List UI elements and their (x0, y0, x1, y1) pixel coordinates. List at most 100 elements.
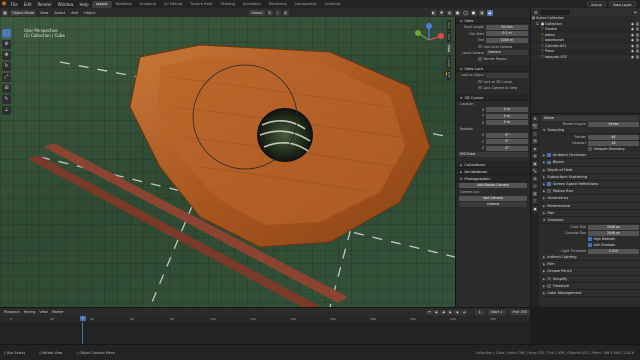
proportional-edit-icon[interactable]: ◎ (282, 9, 289, 16)
local-camera-field[interactable]: Camera (486, 50, 528, 56)
current-frame-indicator[interactable]: 1 (80, 316, 86, 321)
section-depth-of-field[interactable]: ▶ Depth of Field (540, 166, 640, 174)
filter-icon[interactable]: ☰ (534, 10, 538, 15)
end-frame-field[interactable]: End 250 (509, 309, 530, 315)
transform-tool-icon[interactable]: ⊞ (2, 84, 11, 93)
lock-object-field[interactable] (486, 72, 528, 78)
rotate-tool-icon[interactable]: ↻ (2, 62, 11, 71)
move-tool-icon[interactable]: ✥ (2, 51, 11, 60)
section-view-lock[interactable]: ▼ View Lock (456, 65, 530, 72)
shading-rendered-icon[interactable]: ◕ (486, 9, 493, 16)
section-grease-pencil[interactable]: ▶ Grease Pencil (540, 268, 640, 276)
playhead[interactable] (82, 322, 83, 345)
section-sampling[interactable]: ▼ Sampling (540, 127, 640, 135)
cursor-loc-z[interactable]: 0 m (486, 120, 528, 126)
cursor-tool-icon[interactable]: ⊕ (2, 40, 11, 49)
current-frame-field[interactable]: 1 (475, 309, 484, 315)
scene-selector[interactable]: Scene (587, 1, 606, 7)
section-performance[interactable]: ▶ Performance (540, 202, 640, 210)
section-3d-cursor[interactable]: ▼ 3D Cursor (456, 93, 530, 101)
menu-render[interactable]: Render (34, 2, 54, 7)
soft-shadows-checkbox[interactable]: Soft Shadows (588, 243, 615, 247)
section-annotations[interactable]: ▶ Annotations (456, 168, 530, 175)
jump-start-icon[interactable]: ⏮ (426, 309, 433, 315)
render-region-checkbox[interactable]: Render Region (456, 56, 530, 62)
visibility-icon[interactable]: ◐ (430, 9, 437, 16)
section-ambient-occlusion[interactable]: ▶ Ambient Occlusion (540, 152, 640, 160)
section-shadows[interactable]: ▼ Shadows (540, 216, 640, 225)
timeline-body[interactable] (0, 322, 530, 345)
add-camera-button[interactable]: Add Camera (459, 195, 527, 202)
menu-edit[interactable]: Edit (21, 2, 35, 7)
section-film[interactable]: ▶ Film (540, 261, 640, 269)
modifier-icon[interactable]: 🔧 (532, 168, 538, 174)
data-icon[interactable]: ▽ (532, 198, 538, 204)
view-layer-selector[interactable]: View Layer (608, 1, 636, 7)
outliner-search[interactable] (539, 9, 570, 15)
render-icon[interactable]: 📷 (532, 123, 538, 129)
tab-rendering[interactable]: Rendering (265, 1, 291, 8)
annotate-tool-icon[interactable]: ✎ (2, 95, 11, 104)
high-bitdepth-checkbox[interactable]: High Bitdepth (588, 237, 615, 241)
section-hair[interactable]: ▶ Hair (540, 209, 640, 217)
section-volumetrics[interactable]: ▶ Volumetrics (540, 195, 640, 203)
pivot-icon[interactable]: ⊙ (266, 9, 273, 16)
tab-create[interactable]: Create (447, 54, 451, 69)
menu-window[interactable]: Window (55, 2, 77, 7)
focal-length-field[interactable]: 50 mm (486, 24, 528, 30)
outliner-item[interactable]: ▽ takoyaki.002 ◉ ▥ (531, 54, 640, 60)
overlay-icon[interactable]: ◍ (446, 9, 453, 16)
scene-name-field[interactable]: Scene (542, 115, 639, 121)
mode-dropdown[interactable]: Object Mode (10, 9, 37, 16)
section-motion-blur[interactable]: ▶ Motion Blur (540, 188, 640, 196)
section-collections[interactable]: ▶ Collections (456, 161, 530, 168)
render-engine-dropdown[interactable]: Eevee (588, 121, 639, 127)
world-icon[interactable]: ◍ (532, 153, 538, 159)
play-reverse-icon[interactable]: ◀ (440, 309, 447, 315)
start-frame-field[interactable]: Start 1 (487, 309, 506, 315)
next-key-icon[interactable]: ◆ (454, 309, 461, 315)
object-icon[interactable]: ▣ (532, 160, 538, 167)
funnel-icon[interactable]: ⏷ (634, 10, 637, 15)
clip-start-field[interactable]: 0.1 m (486, 31, 528, 37)
add-master-camera-button[interactable]: Add Master Camera (459, 182, 527, 189)
editor-type-icon[interactable]: ▦ (2, 9, 8, 16)
tab-animation[interactable]: Animation (239, 1, 265, 8)
lock-camera-checkbox[interactable]: Lock Camera to View (456, 85, 530, 91)
menu-playback[interactable]: Playback (4, 310, 20, 314)
shading-solid-icon[interactable]: ● (470, 9, 477, 16)
menu-marker[interactable]: Marker (52, 310, 64, 314)
cursor-loc-y[interactable]: 0 m (486, 113, 528, 119)
tab-uv-editing[interactable]: UV Editing (160, 1, 186, 8)
shading-material-icon[interactable]: ◑ (478, 9, 485, 16)
menu-help[interactable]: Help (76, 2, 91, 7)
light-threshold-field[interactable]: 0.010 (588, 248, 639, 254)
cursor-loc-x[interactable]: 0 m (486, 107, 528, 113)
viewport-samples-field[interactable]: 16 (588, 140, 639, 146)
3d-viewport[interactable]: User Perspective (1) Collection | Cube ⬚… (0, 17, 455, 307)
menu-add[interactable]: Add (69, 11, 80, 15)
clip-end-field[interactable]: 1000 m (486, 37, 528, 43)
measure-tool-icon[interactable]: ⟂ (2, 106, 11, 115)
tab-modeling[interactable]: Modeling (112, 1, 136, 8)
render-samples-field[interactable]: 64 (588, 134, 639, 140)
view-layer-icon[interactable]: ▤ (532, 138, 538, 144)
menu-view[interactable]: View (39, 310, 47, 314)
gizmo-icon[interactable]: ✥ (438, 9, 445, 16)
prev-key-icon[interactable]: ◆ (433, 309, 440, 315)
section-bloom[interactable]: ▶ Bloom (540, 159, 640, 167)
xray-icon[interactable]: ▣ (454, 9, 461, 16)
menu-keying[interactable]: Keying (24, 310, 36, 314)
menu-object[interactable]: Object (82, 11, 97, 15)
menu-file[interactable]: File (8, 2, 21, 7)
tab-tool[interactable]: Tool (447, 31, 451, 42)
tab-item[interactable]: Item (447, 20, 451, 31)
output-icon[interactable]: ⎙ (532, 130, 538, 137)
physics-icon[interactable]: ◎ (532, 183, 538, 189)
snap-icon[interactable]: ⌁ (274, 9, 281, 16)
blender-logo-icon[interactable]: ◉ (0, 0, 8, 8)
section-view[interactable]: ▼ View (456, 17, 530, 24)
cursor-rot-z[interactable]: 0° (486, 145, 528, 151)
cube-size-dropdown[interactable]: 2048 px (588, 224, 639, 230)
tab-edit[interactable]: Edit (447, 69, 451, 80)
